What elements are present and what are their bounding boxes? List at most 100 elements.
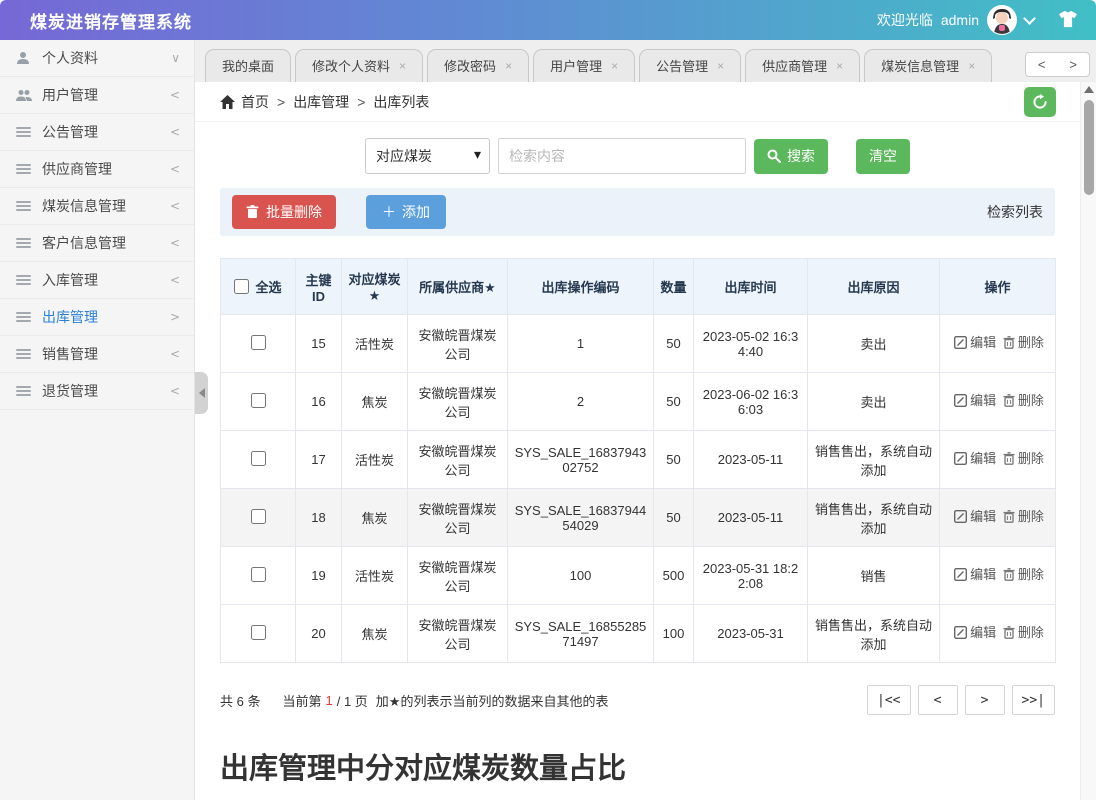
top-bar: 煤炭进销存管理系统 欢迎光临 admin xyxy=(0,0,1096,40)
breadcrumb-level1[interactable]: 出库管理 xyxy=(293,92,349,112)
main-area: 我的桌面 修改个人资料× 修改密码× 用户管理× 公告管理× 供应商管理× 煤炭… xyxy=(195,40,1096,800)
header-time: 出库时间 xyxy=(694,259,808,315)
delete-link[interactable]: 删除 xyxy=(1000,625,1044,640)
refresh-icon xyxy=(1032,94,1048,110)
sidebar-item-outbound[interactable]: 出库管理 xyxy=(0,299,194,336)
edit-link[interactable]: 编辑 xyxy=(951,509,996,524)
filter-select[interactable]: 对应煤炭 xyxy=(365,138,490,174)
chevron-left-icon xyxy=(170,125,180,139)
breadcrumb-level2[interactable]: 出库列表 xyxy=(373,92,429,112)
edit-link[interactable]: 编辑 xyxy=(951,335,996,350)
last-page-button[interactable]: >>| xyxy=(1012,685,1055,715)
close-icon[interactable]: × xyxy=(611,59,618,73)
refresh-button[interactable] xyxy=(1024,87,1056,117)
tab-my-desktop[interactable]: 我的桌面 xyxy=(205,49,291,82)
trash-icon xyxy=(1003,336,1015,349)
edit-link[interactable]: 编辑 xyxy=(951,451,996,466)
content: 首页 > 出库管理 > 出库列表 对应煤炭 xyxy=(195,82,1080,800)
breadcrumb-home[interactable]: 首页 xyxy=(241,92,269,112)
chart-section: 出库管理中分对应煤炭数量占比 活性炭 xyxy=(220,745,1055,800)
delete-link[interactable]: 删除 xyxy=(1000,567,1044,582)
sidebar-item-inbound[interactable]: 入库管理 xyxy=(0,262,194,299)
row-checkbox[interactable] xyxy=(251,393,266,408)
delete-link[interactable]: 删除 xyxy=(1000,335,1044,350)
first-page-button[interactable]: |<< xyxy=(867,685,910,715)
current-page-suffix: / 1 页 xyxy=(337,691,368,710)
select-all-checkbox[interactable] xyxy=(234,279,249,294)
plus-icon: ＋ xyxy=(382,202,396,222)
close-icon[interactable]: × xyxy=(836,59,843,73)
sidebar-item-sales[interactable]: 销售管理 xyxy=(0,336,194,373)
sidebar-collapse-handle[interactable] xyxy=(195,372,208,414)
row-checkbox[interactable] xyxy=(251,451,266,466)
close-icon[interactable]: × xyxy=(399,59,406,73)
search-icon xyxy=(767,149,781,163)
header-ops: 操作 xyxy=(940,259,1056,315)
theme-tshirt-icon[interactable] xyxy=(1058,10,1078,31)
sidebar-item-users[interactable]: 用户管理 xyxy=(0,77,194,114)
avatar[interactable] xyxy=(987,5,1017,35)
trash-icon xyxy=(1003,626,1015,639)
tab-scroll-left-icon[interactable]: < xyxy=(1026,53,1058,76)
edit-link[interactable]: 编辑 xyxy=(951,393,996,408)
edit-icon xyxy=(954,510,967,523)
tab-user-management[interactable]: 用户管理× xyxy=(533,49,635,82)
search-row: 对应煤炭 搜索 清空 xyxy=(195,138,1080,174)
close-icon[interactable]: × xyxy=(717,59,724,73)
delete-link[interactable]: 删除 xyxy=(1000,393,1044,408)
edit-icon xyxy=(954,568,967,581)
sidebar-item-suppliers[interactable]: 供应商管理 xyxy=(0,151,194,188)
total-count: 共 6 条 xyxy=(220,691,260,710)
batch-delete-button[interactable]: 批量删除 xyxy=(232,195,336,229)
row-checkbox[interactable] xyxy=(251,509,266,524)
close-icon[interactable]: × xyxy=(505,59,512,73)
sidebar-item-returns[interactable]: 退货管理 xyxy=(0,373,194,410)
delete-link[interactable]: 删除 xyxy=(1000,509,1044,524)
user-icon xyxy=(16,51,34,65)
list-icon xyxy=(16,162,34,176)
search-input[interactable] xyxy=(498,138,746,174)
add-button[interactable]: ＋ 添加 xyxy=(366,195,446,229)
edit-link[interactable]: 编辑 xyxy=(951,567,996,582)
list-icon xyxy=(16,273,34,287)
header-qty: 数量 xyxy=(654,259,694,315)
sidebar-item-coal-info[interactable]: 煤炭信息管理 xyxy=(0,188,194,225)
user-menu-chevron-icon[interactable] xyxy=(1023,12,1036,25)
filter-select-wrap: 对应煤炭 xyxy=(365,138,490,174)
prev-page-button[interactable]: < xyxy=(918,685,958,715)
row-checkbox[interactable] xyxy=(251,567,266,582)
close-icon[interactable]: × xyxy=(968,59,975,73)
row-checkbox[interactable] xyxy=(251,335,266,350)
clear-button[interactable]: 清空 xyxy=(856,139,910,174)
trash-icon xyxy=(1003,510,1015,523)
search-button[interactable]: 搜索 xyxy=(754,139,828,174)
tab-edit-profile[interactable]: 修改个人资料× xyxy=(295,49,423,82)
current-page-prefix: 当前第 xyxy=(282,691,321,710)
table-header-row: 全选 主键ID 对应煤炭 ★ 所属供应商★ 出库操作编码 数量 出库时间 出库原… xyxy=(221,259,1056,315)
delete-link[interactable]: 删除 xyxy=(1000,451,1044,466)
row-checkbox[interactable] xyxy=(251,625,266,640)
welcome-text: 欢迎光临 xyxy=(877,10,933,30)
next-page-button[interactable]: > xyxy=(965,685,1005,715)
tab-scroll-right-icon[interactable]: > xyxy=(1057,53,1089,76)
star-note: 加★的列表示当前列的数据来自其他的表 xyxy=(376,691,609,710)
breadcrumb: 首页 > 出库管理 > 出库列表 xyxy=(195,82,1080,122)
edit-icon xyxy=(954,394,967,407)
edit-link[interactable]: 编辑 xyxy=(951,625,996,640)
tab-coal-info-management[interactable]: 煤炭信息管理× xyxy=(864,49,992,82)
tab-supplier-management[interactable]: 供应商管理× xyxy=(745,49,860,82)
list-icon xyxy=(16,347,34,361)
trash-icon xyxy=(1003,452,1015,465)
tab-announcement-management[interactable]: 公告管理× xyxy=(639,49,741,82)
scrollbar-thumb[interactable] xyxy=(1084,100,1094,195)
sidebar-item-customer-info[interactable]: 客户信息管理 xyxy=(0,225,194,262)
tab-change-password[interactable]: 修改密码× xyxy=(427,49,529,82)
list-icon xyxy=(16,384,34,398)
header-id: 主键ID xyxy=(296,259,342,315)
table-row: 16 焦炭 安徽皖晋煤炭公司 2 50 2023-06-02 16:36:03 … xyxy=(221,373,1056,431)
chevron-left-icon xyxy=(170,88,180,102)
sidebar-item-announcements[interactable]: 公告管理 xyxy=(0,114,194,151)
username: admin xyxy=(941,12,979,28)
sidebar-item-profile[interactable]: 个人资料 xyxy=(0,40,194,77)
scroll-up-arrow-icon[interactable] xyxy=(1084,86,1094,93)
